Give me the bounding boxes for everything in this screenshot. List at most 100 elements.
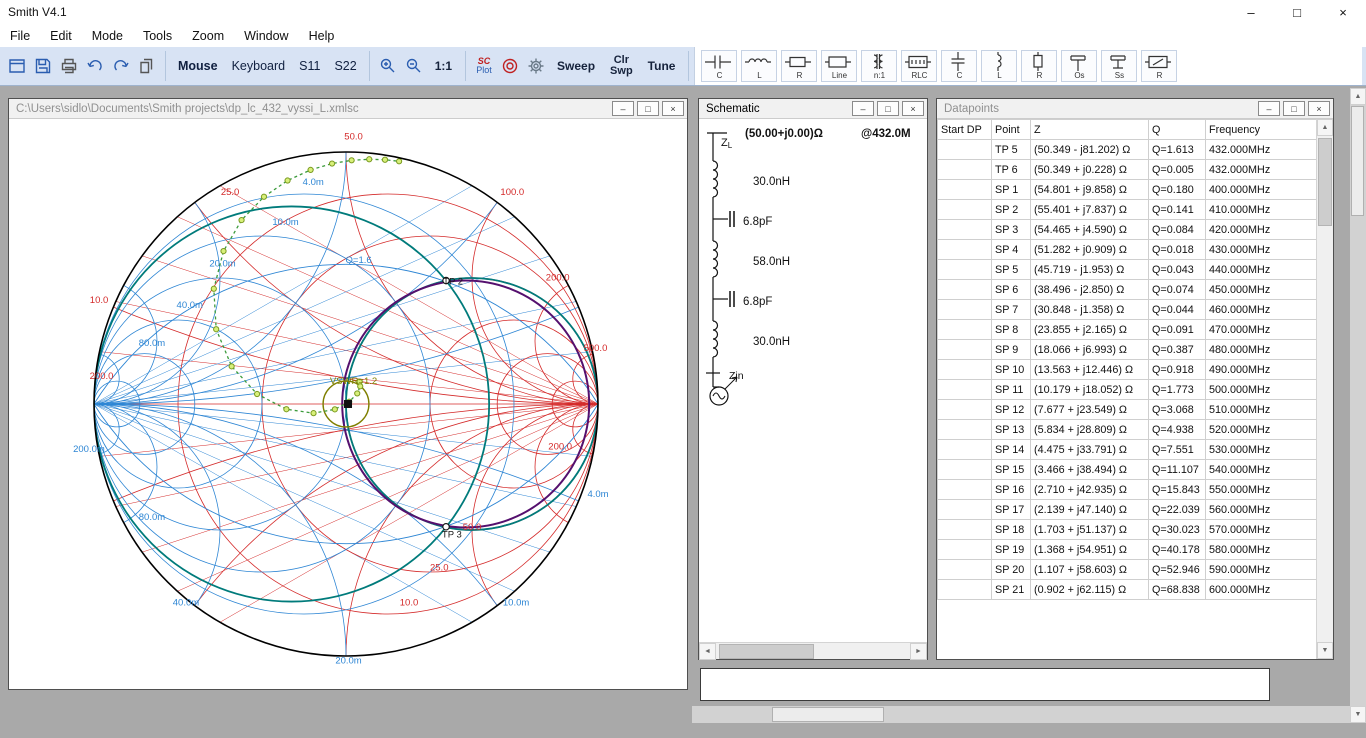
- chart-maximize-button[interactable]: □: [637, 101, 659, 116]
- scroll-up-arrow[interactable]: ▲: [1350, 88, 1366, 105]
- menu-item-file[interactable]: File: [0, 26, 40, 46]
- component-res-series-button[interactable]: R: [781, 50, 817, 82]
- copy-button[interactable]: [134, 51, 160, 81]
- app-minimize-button[interactable]: –: [1228, 0, 1274, 24]
- sweep-button[interactable]: Sweep: [549, 51, 603, 81]
- datapoint-row[interactable]: SP 1(54.801 + j9.858) ΩQ=0.180400.000MHz: [938, 180, 1317, 200]
- menu-item-mode[interactable]: Mode: [82, 26, 133, 46]
- app-maximize-button[interactable]: □: [1274, 0, 1320, 24]
- app-close-button[interactable]: ×: [1320, 0, 1366, 24]
- datapoint-row[interactable]: SP 18(1.703 + j51.137) ΩQ=30.023570.000M…: [938, 520, 1317, 540]
- sc-plot-button[interactable]: SC Plot: [471, 51, 497, 81]
- menu-item-zoom[interactable]: Zoom: [182, 26, 234, 46]
- workspace-hscrollbar[interactable]: [692, 706, 1350, 723]
- datapoint-row[interactable]: SP 2(55.401 + j7.837) ΩQ=0.141410.000MHz: [938, 200, 1317, 220]
- schematic-close-button[interactable]: ×: [902, 101, 924, 116]
- scroll-right-arrow[interactable]: ►: [910, 643, 927, 660]
- datapoints-window-titlebar[interactable]: Datapoints –□×: [937, 99, 1333, 119]
- datapoint-row[interactable]: TP 6(50.349 + j0.228) ΩQ=0.005432.000MHz: [938, 160, 1317, 180]
- component-res-shunt-button[interactable]: R: [1021, 50, 1057, 82]
- component-value[interactable]: 58.0nH: [753, 256, 790, 268]
- component-ind-series-button[interactable]: L: [741, 50, 777, 82]
- mode-s11[interactable]: S11: [299, 59, 320, 73]
- chart-window-titlebar[interactable]: C:\Users\sidlo\Documents\Smith projects\…: [9, 99, 687, 119]
- scrollbar-thumb[interactable]: [719, 644, 814, 659]
- smith-chart-canvas[interactable]: 50.025.0100.0200.010.0500.0200.0200.050.…: [9, 119, 687, 689]
- datapoint-row[interactable]: TP 5(50.349 - j81.202) ΩQ=1.613432.000MH…: [938, 140, 1317, 160]
- clear-sweep-button[interactable]: Clr Swp: [603, 51, 640, 81]
- schematic-minimize-button[interactable]: –: [852, 101, 874, 116]
- new-button[interactable]: [4, 51, 30, 81]
- datapoint-row[interactable]: SP 15(3.466 + j38.494) ΩQ=11.107540.000M…: [938, 460, 1317, 480]
- mode-mouse[interactable]: Mouse: [178, 59, 218, 73]
- datapoint-row[interactable]: SP 21(0.902 + j62.115) ΩQ=68.838600.000M…: [938, 580, 1317, 600]
- zoom-reset-button[interactable]: 1:1: [427, 51, 460, 81]
- datapoints-maximize-button[interactable]: □: [1283, 101, 1305, 116]
- datapoint-row[interactable]: SP 14(4.475 + j33.791) ΩQ=7.551530.000MH…: [938, 440, 1317, 460]
- save-button[interactable]: [30, 51, 56, 81]
- schematic-maximize-button[interactable]: □: [877, 101, 899, 116]
- datapoint-row[interactable]: SP 12(7.677 + j23.549) ΩQ=3.068510.000MH…: [938, 400, 1317, 420]
- datapoint-row[interactable]: SP 6(38.496 - j2.850) ΩQ=0.074450.000MHz: [938, 280, 1317, 300]
- component-value[interactable]: 30.0nH: [753, 176, 790, 188]
- menu-item-edit[interactable]: Edit: [40, 26, 82, 46]
- settings-button[interactable]: [523, 51, 549, 81]
- component-res-reactance-button[interactable]: R: [1141, 50, 1177, 82]
- datapoint-row[interactable]: SP 17(2.139 + j47.140) ΩQ=22.039560.000M…: [938, 500, 1317, 520]
- schematic-hscrollbar[interactable]: ◄ ►: [699, 642, 927, 659]
- datapoints-vscrollbar[interactable]: ▲ ▼: [1316, 119, 1333, 659]
- inductor-symbol[interactable]: [713, 321, 718, 357]
- component-cap-shunt-button[interactable]: C: [941, 50, 977, 82]
- mode-keyboard[interactable]: Keyboard: [232, 59, 286, 73]
- component-stub-open-button[interactable]: Os: [1061, 50, 1097, 82]
- smith-plot-button[interactable]: [497, 51, 523, 81]
- inductor-symbol[interactable]: [713, 161, 718, 197]
- menu-item-help[interactable]: Help: [299, 26, 345, 46]
- component-value[interactable]: 30.0nH: [753, 336, 790, 348]
- zoom-in-button[interactable]: [375, 51, 401, 81]
- component-ind-shunt-button[interactable]: L: [981, 50, 1017, 82]
- workspace-vscrollbar[interactable]: ▲ ▼: [1350, 88, 1366, 723]
- datapoint-row[interactable]: SP 20(1.107 + j58.603) ΩQ=52.946590.000M…: [938, 560, 1317, 580]
- scroll-down-arrow[interactable]: ▼: [1350, 706, 1366, 723]
- tune-button[interactable]: Tune: [640, 51, 684, 81]
- datapoint-row[interactable]: SP 5(45.719 - j1.953) ΩQ=0.043440.000MHz: [938, 260, 1317, 280]
- datapoint-row[interactable]: SP 10(13.563 + j12.446) ΩQ=0.918490.000M…: [938, 360, 1317, 380]
- datapoints-minimize-button[interactable]: –: [1258, 101, 1280, 116]
- datapoint-row[interactable]: SP 11(10.179 + j18.052) ΩQ=1.773500.000M…: [938, 380, 1317, 400]
- chart-close-button[interactable]: ×: [662, 101, 684, 116]
- component-stub-short-button[interactable]: Ss: [1101, 50, 1137, 82]
- scrollbar-thumb[interactable]: [772, 707, 884, 722]
- datapoint-row[interactable]: SP 8(23.855 + j2.165) ΩQ=0.091470.000MHz: [938, 320, 1317, 340]
- datapoint-row[interactable]: SP 16(2.710 + j42.935) ΩQ=15.843550.000M…: [938, 480, 1317, 500]
- menu-item-window[interactable]: Window: [234, 26, 298, 46]
- component-value[interactable]: 6.8pF: [743, 296, 772, 308]
- datapoint-row[interactable]: SP 3(54.465 + j4.590) ΩQ=0.084420.000MHz: [938, 220, 1317, 240]
- chart-minimize-button[interactable]: –: [612, 101, 634, 116]
- component-rlc-button[interactable]: RLC: [901, 50, 937, 82]
- datapoints-close-button[interactable]: ×: [1308, 101, 1330, 116]
- datapoint-row[interactable]: SP 4(51.282 + j0.909) ΩQ=0.018430.000MHz: [938, 240, 1317, 260]
- scroll-up-arrow[interactable]: ▲: [1317, 119, 1333, 136]
- menu-item-tools[interactable]: Tools: [133, 26, 182, 46]
- datapoint-row[interactable]: SP 13(5.834 + j28.809) ΩQ=4.938520.000MH…: [938, 420, 1317, 440]
- mode-s22[interactable]: S22: [334, 59, 356, 73]
- schematic-canvas[interactable]: ZL(50.00+j0.00)Ω@432.0M30.0nH6.8pF58.0nH…: [699, 119, 927, 639]
- schematic-window-titlebar[interactable]: Schematic –□×: [699, 99, 927, 119]
- component-transformer-button[interactable]: n:1: [861, 50, 897, 82]
- component-line-button[interactable]: Line: [821, 50, 857, 82]
- scroll-down-arrow[interactable]: ▼: [1317, 642, 1333, 659]
- scrollbar-thumb[interactable]: [1351, 106, 1364, 216]
- component-cap-series-button[interactable]: C: [701, 50, 737, 82]
- inductor-symbol[interactable]: [713, 241, 718, 277]
- redo-button[interactable]: [108, 51, 134, 81]
- sweep-marker[interactable]: [344, 400, 352, 408]
- datapoint-row[interactable]: SP 19(1.368 + j54.951) ΩQ=40.178580.000M…: [938, 540, 1317, 560]
- print-button[interactable]: [56, 51, 82, 81]
- scroll-left-arrow[interactable]: ◄: [699, 643, 716, 660]
- datapoint-row[interactable]: SP 9(18.066 + j6.993) ΩQ=0.387480.000MHz: [938, 340, 1317, 360]
- scrollbar-thumb[interactable]: [1318, 138, 1332, 226]
- zoom-out-button[interactable]: [401, 51, 427, 81]
- datapoint-row[interactable]: SP 7(30.848 - j1.358) ΩQ=0.044460.000MHz: [938, 300, 1317, 320]
- component-value[interactable]: 6.8pF: [743, 216, 772, 228]
